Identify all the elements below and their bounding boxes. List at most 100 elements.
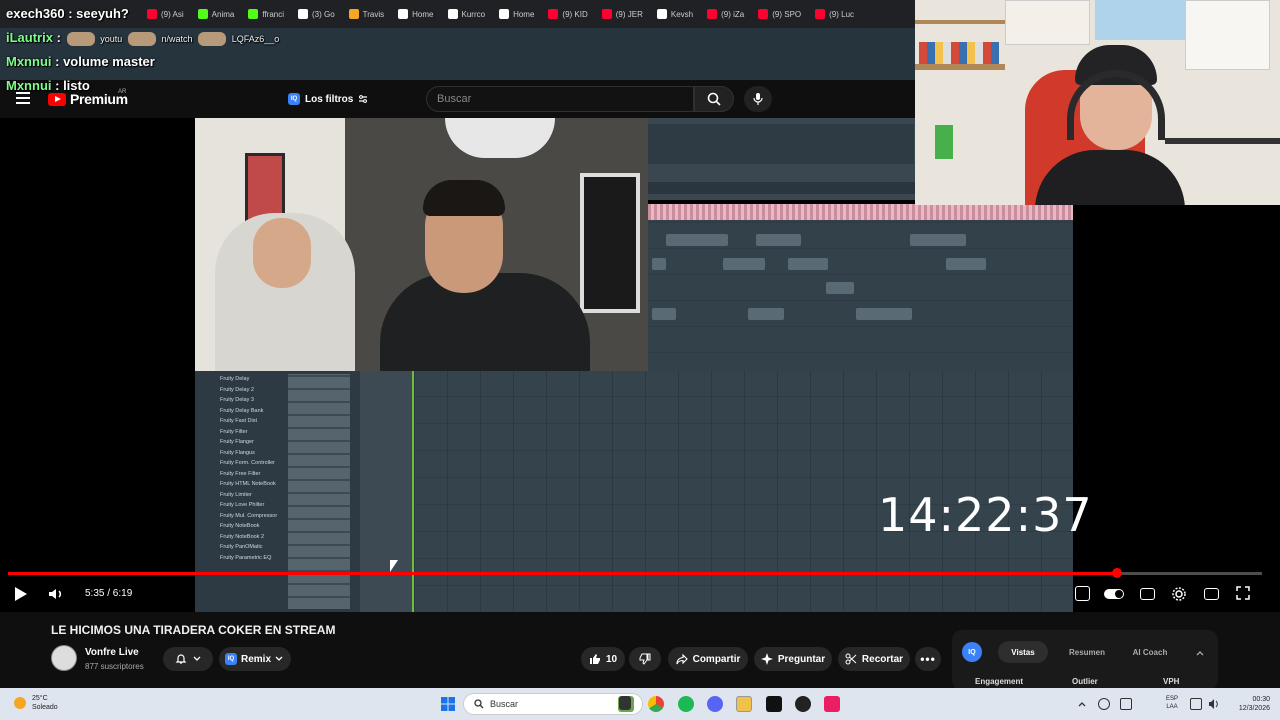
bookmark-favicon-icon [499,9,510,19]
daw-plugin-item[interactable]: Fruity Delay 3 [198,395,286,406]
bookmark-item[interactable]: (9) JER [595,0,650,28]
shelf [915,20,1005,24]
search-icon [707,92,721,106]
system-clock[interactable]: 00:30 12/3/2026 [1226,695,1270,713]
progress-bar[interactable] [8,568,1262,578]
voice-search-button[interactable] [744,86,772,112]
bookmark-item[interactable]: ffranci [241,0,291,28]
search-icon [474,699,484,709]
clip-button[interactable]: Recortar [838,647,910,671]
shelf [915,64,1005,70]
bookmark-favicon-icon [348,9,359,19]
settings-icon[interactable] [1171,586,1187,602]
play-icon[interactable] [15,587,27,601]
daw-plugin-item[interactable]: Fruity Love Philter [198,500,286,511]
clip-label: Recortar [861,653,904,665]
chevron-up-icon[interactable] [1196,649,1204,657]
autoplay-toggle[interactable] [1104,589,1124,599]
bookmark-item[interactable]: (3) Go [291,0,342,28]
remix-button[interactable]: IQ Remix [219,647,291,671]
chat-text: : volume master [55,54,155,69]
volume-icon[interactable] [48,587,64,601]
chevron-up-icon[interactable] [1078,700,1086,708]
daw-plugin-item[interactable]: Fruity NoteBook 2 [198,532,286,543]
daw-plugin-item[interactable]: Fruity Fast Dist [198,416,286,427]
subtitles-icon[interactable] [1140,588,1155,600]
file-explorer-icon[interactable] [736,696,752,712]
bookmark-item[interactable]: (9) Asi [140,0,191,28]
dislike-button[interactable] [629,647,661,671]
menu-icon[interactable] [16,92,30,104]
tab-summary[interactable]: Resumen [1060,641,1114,663]
channel-avatar[interactable] [51,645,77,671]
obs-icon[interactable] [795,696,811,712]
bookmark-item[interactable]: (9) Luc [808,0,861,28]
chrome-icon[interactable] [648,696,664,712]
fullscreen-icon[interactable] [1236,586,1250,600]
ask-button[interactable]: Preguntar [754,647,832,671]
capcut-icon[interactable] [766,696,782,712]
spotify-icon[interactable] [678,696,694,712]
bluetooth-icon[interactable] [1142,698,1154,710]
like-button[interactable]: 10 [581,647,625,671]
miniplayer-icon[interactable] [1204,588,1219,600]
windows-start-icon[interactable] [440,696,456,712]
taskbar-search[interactable]: Buscar [463,693,643,715]
daw-plugin-item[interactable]: Fruity Free Filter [198,469,286,480]
network-icon[interactable] [1120,698,1132,710]
daw-plugin-item[interactable]: Fruity Form. Controller [198,458,286,469]
bookmark-item[interactable]: Kurrco [441,0,493,28]
youtube-logo[interactable]: Premium [48,91,128,107]
weather-widget[interactable]: 25°C Soleado [14,694,58,712]
chat-username: Mxnnui [6,78,52,93]
video-title: LE HICIMOS UNA TIRADERA COKER EN STREAM [51,623,336,637]
iq-badge: IQ [225,653,237,665]
daw-clip [666,234,728,246]
share-button[interactable]: Compartir [668,647,748,671]
speaker-icon[interactable] [1208,698,1220,710]
bookmark-favicon-icon [758,9,769,19]
sync-icon[interactable] [1098,698,1110,710]
daw-plugin-item[interactable]: Fruity Flangus [198,448,286,459]
bell-icon [175,654,187,664]
task-view-icon[interactable] [619,696,631,710]
notifications-button[interactable] [163,647,213,671]
bookmark-item[interactable]: Home [492,0,541,28]
tab-views[interactable]: Vistas [998,641,1048,663]
clock-time: 00:30 [1252,696,1270,703]
daw-plugin-item[interactable]: Fruity NoteBook [198,521,286,532]
language-indicator[interactable]: ESP LAA [1166,695,1178,711]
daw-plugin-item[interactable]: Fruity PanOMatic [198,542,286,553]
bookmark-item[interactable]: (9) KID [541,0,594,28]
daw-plugin-item[interactable]: Fruity Delay Bank [198,406,286,417]
filters-button[interactable]: IQ Los filtros [288,89,368,109]
daw-plugin-item[interactable]: Fruity Limiter [198,490,286,501]
bookmark-label: (9) iZa [721,9,745,19]
search-input[interactable]: Buscar [426,86,694,112]
bookmark-item[interactable]: (9) iZa [700,0,751,28]
channel-name[interactable]: Vonfre Live [85,647,139,658]
daw-plugin-item[interactable]: Fruity Parametric EQ [198,553,286,564]
daw-plugin-item[interactable]: Fruity Delay 2 [198,385,286,396]
more-actions-button[interactable]: ••• [915,647,941,671]
keyboard-layout: LAA [1166,704,1178,710]
bookmark-item[interactable]: Travis [342,0,391,28]
bookmark-item[interactable]: (9) SPO [751,0,808,28]
display-icon[interactable] [1190,698,1202,710]
daw-plugin-item[interactable]: Fruity Delay [198,374,286,385]
bookmark-item[interactable]: Anima [191,0,242,28]
progress-scrubber[interactable] [1111,568,1122,578]
daw-clip [723,258,765,270]
daw-plugin-item[interactable]: Fruity HTML NoteBook [198,479,286,490]
time-display: 5:35 / 6:19 [85,588,133,599]
tiktok-icon[interactable] [824,696,840,712]
bookmark-item[interactable]: Kevsh [650,0,700,28]
daw-plugin-item[interactable]: Fruity Mul. Compressor [198,511,286,522]
iq-player-icon[interactable] [1075,586,1090,601]
bookmark-item[interactable]: Home [391,0,440,28]
search-button[interactable] [694,86,734,112]
tab-ai-coach[interactable]: AI Coach [1122,641,1178,663]
discord-icon[interactable] [707,696,723,712]
daw-plugin-item[interactable]: Fruity Flanger [198,437,286,448]
daw-plugin-item[interactable]: Fruity Filter [198,427,286,438]
